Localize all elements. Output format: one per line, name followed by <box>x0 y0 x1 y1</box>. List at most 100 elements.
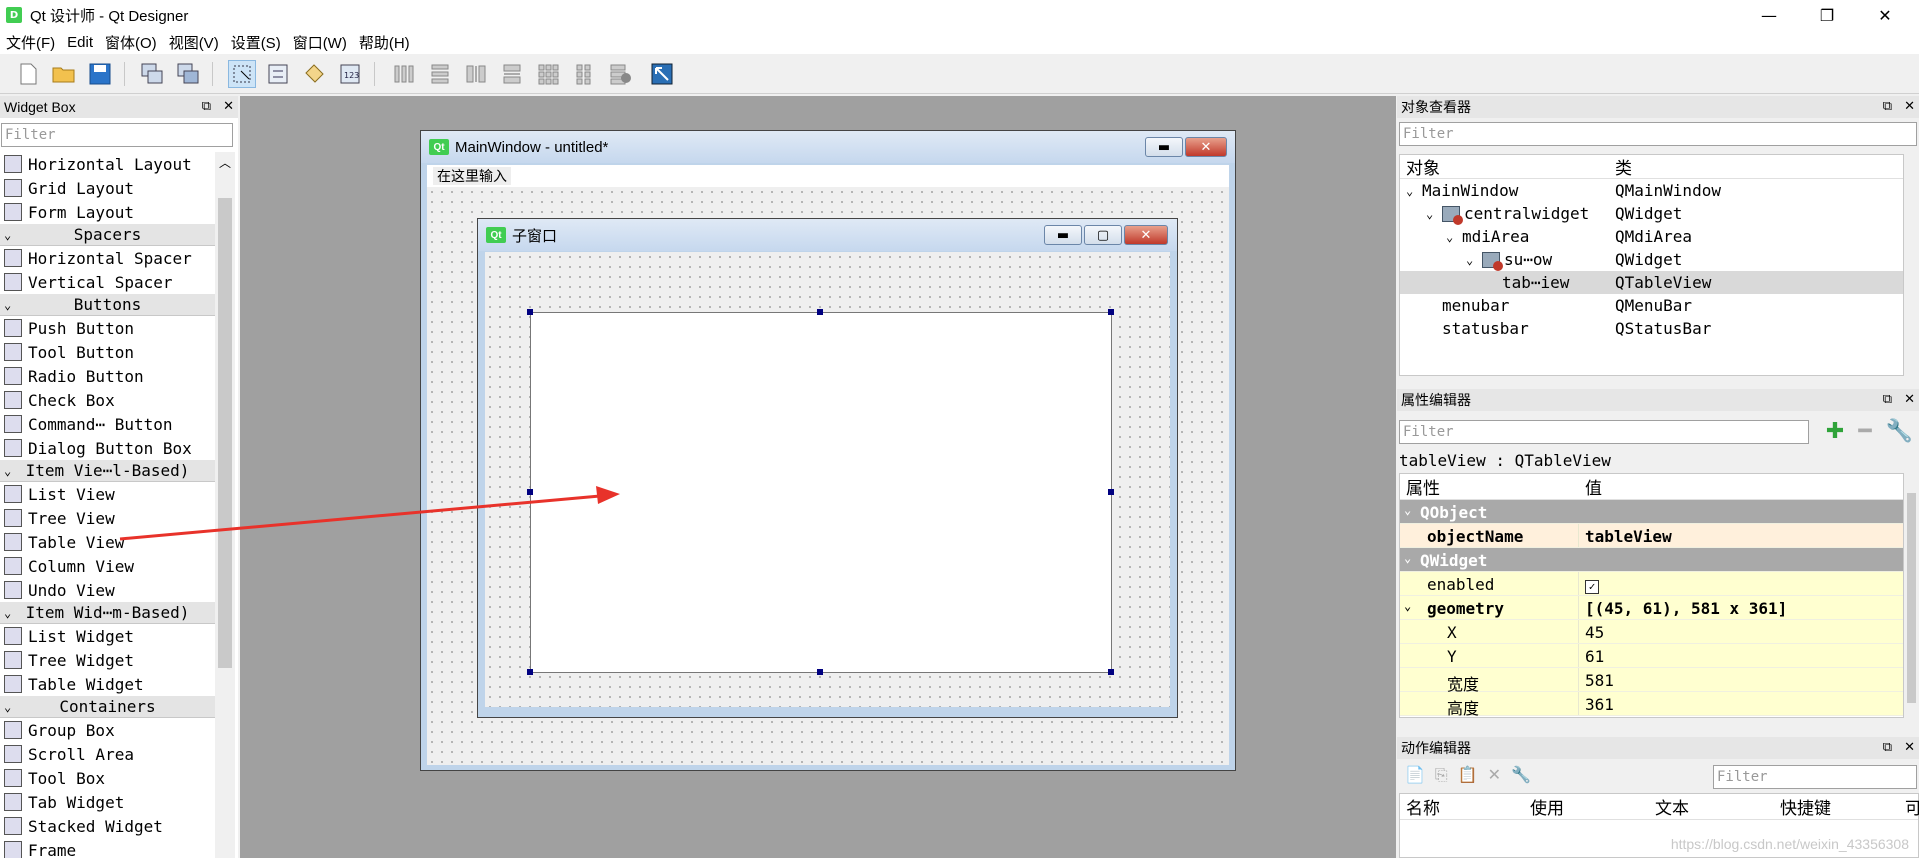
widget-box-item[interactable]: Tool Box <box>0 766 215 790</box>
chevron-down-icon[interactable]: ⌄ <box>1426 207 1442 221</box>
widget-box-item[interactable]: Column View <box>0 554 215 578</box>
widget-box-item[interactable]: List View <box>0 482 215 506</box>
widget-box-scrollbar[interactable]: ︿ <box>215 152 235 858</box>
resize-handle[interactable] <box>527 489 533 495</box>
column-header-value[interactable]: 值 <box>1585 474 1602 499</box>
open-file-button[interactable] <box>50 60 78 88</box>
object-tree-row[interactable]: tab⋯iew QTableView <box>1400 271 1903 294</box>
widget-box-item[interactable]: Grid Layout <box>0 176 215 200</box>
widget-box-item[interactable]: Scroll Area <box>0 742 215 766</box>
float-icon[interactable]: ⧉ <box>1883 739 1892 755</box>
menu-form[interactable]: 窗体(O) <box>99 32 163 53</box>
property-value[interactable]: 361 <box>1585 695 1614 714</box>
edit-widgets-button[interactable] <box>228 60 256 88</box>
remove-property-icon[interactable]: ━ <box>1858 419 1871 444</box>
layout-grid-button[interactable] <box>534 60 562 88</box>
layout-h-splitter-button[interactable] <box>462 60 490 88</box>
resize-handle[interactable] <box>817 309 823 315</box>
object-tree-row[interactable]: ⌄ MainWindow QMainWindow <box>1400 179 1903 202</box>
menu-edit[interactable]: Edit <box>61 34 99 51</box>
widget-category[interactable]: ⌄ Buttons <box>0 294 215 316</box>
widget-box-item[interactable]: Group Box <box>0 718 215 742</box>
enabled-checkbox[interactable]: ✓ <box>1585 575 1599 594</box>
table-view-widget[interactable] <box>530 312 1112 673</box>
object-inspector-filter-input[interactable]: Filter <box>1399 122 1917 146</box>
action-filter-input[interactable]: Filter <box>1713 765 1917 789</box>
widget-box-item[interactable]: Vertical Spacer <box>0 270 215 294</box>
break-layout-button[interactable] <box>606 60 634 88</box>
layout-vertical-button[interactable] <box>426 60 454 88</box>
widget-box-item[interactable]: Tree View <box>0 506 215 530</box>
widget-box-item[interactable]: Tool Button <box>0 340 215 364</box>
add-property-icon[interactable]: ✚ <box>1826 419 1844 444</box>
chevron-down-icon[interactable]: ⌄ <box>1404 551 1411 565</box>
column-header-object[interactable]: 对象 <box>1406 154 1440 179</box>
property-table-scrollbar[interactable] <box>1904 473 1919 718</box>
type-here-menu[interactable]: 在这里输入 <box>433 167 511 185</box>
property-group-row[interactable]: ⌄ QWidget <box>1400 548 1903 572</box>
resize-handle[interactable] <box>1108 489 1114 495</box>
close-icon[interactable]: ✕ <box>223 98 234 114</box>
object-tree-row[interactable]: menubar QMenuBar <box>1400 294 1903 317</box>
edit-signals-button[interactable] <box>264 60 292 88</box>
minimize-button[interactable]: — <box>1740 0 1798 30</box>
property-value[interactable]: 45 <box>1585 623 1604 642</box>
object-tree-row[interactable]: statusbar QStatusBar <box>1400 317 1903 340</box>
layout-horizontal-button[interactable] <box>390 60 418 88</box>
save-button[interactable] <box>86 60 114 88</box>
resize-handle[interactable] <box>527 669 533 675</box>
delete-action-icon[interactable]: ✕ <box>1488 765 1501 785</box>
layout-v-splitter-button[interactable] <box>498 60 526 88</box>
cascade-button[interactable] <box>138 60 166 88</box>
property-row[interactable]: 高度 361 <box>1400 692 1903 717</box>
widget-box-item[interactable]: Command⋯ Button <box>0 412 215 436</box>
property-value[interactable]: 581 <box>1585 671 1614 690</box>
widget-box-item[interactable]: Tree Widget <box>0 648 215 672</box>
chevron-down-icon[interactable]: ⌄ <box>1404 599 1411 613</box>
column-header-used[interactable]: 使用 <box>1530 794 1564 819</box>
form-close-button[interactable]: ✕ <box>1185 137 1227 157</box>
widget-box-item[interactable]: Frame <box>0 838 215 858</box>
edit-buddies-button[interactable] <box>300 60 328 88</box>
chevron-down-icon[interactable]: ⌄ <box>1404 503 1411 517</box>
new-action-icon[interactable]: 📄 <box>1405 765 1425 785</box>
object-tree-row[interactable]: ⌄ centralwidget QWidget <box>1400 202 1903 225</box>
widget-box-item[interactable]: Check Box <box>0 388 215 412</box>
close-icon[interactable]: ✕ <box>1904 739 1915 755</box>
resize-handle[interactable] <box>1108 669 1114 675</box>
configure-icon[interactable]: 🔧 <box>1511 765 1531 785</box>
widget-category[interactable]: ⌄ Item Vie⋯l-Based) <box>0 460 215 482</box>
property-value[interactable]: [(45, 61), 581 x 361] <box>1585 599 1787 618</box>
chevron-down-icon[interactable]: ⌄ <box>1466 253 1482 267</box>
property-value[interactable]: 61 <box>1585 647 1604 666</box>
property-row[interactable]: Y 61 <box>1400 644 1903 668</box>
close-icon[interactable]: ✕ <box>1904 98 1915 114</box>
float-icon[interactable]: ⧉ <box>1883 98 1892 114</box>
scrollbar-thumb[interactable] <box>218 198 232 668</box>
property-row[interactable]: enabled ✓ <box>1400 572 1903 596</box>
widget-box-item[interactable]: Stacked Widget <box>0 814 215 838</box>
column-header-name[interactable]: 名称 <box>1406 794 1440 819</box>
column-header-property[interactable]: 属性 <box>1406 474 1440 499</box>
property-row[interactable]: 宽度 581 <box>1400 668 1903 694</box>
chevron-down-icon[interactable]: ⌄ <box>1406 184 1422 198</box>
widget-box-item[interactable]: Tab Widget <box>0 790 215 814</box>
close-icon[interactable]: ✕ <box>1904 391 1915 407</box>
widget-category[interactable]: ⌄ Item Wid⋯m-Based) <box>0 602 215 624</box>
object-tree-row[interactable]: ⌄ mdiArea QMdiArea <box>1400 225 1903 248</box>
form-minimize-button[interactable]: ▬ <box>1145 137 1183 157</box>
property-row[interactable]: objectName tableView <box>1400 524 1903 548</box>
widget-category[interactable]: ⌄ Containers <box>0 696 215 718</box>
column-header-text[interactable]: 文本 <box>1655 794 1689 819</box>
widget-box-item[interactable]: Push Button <box>0 316 215 340</box>
property-row[interactable]: X 45 <box>1400 620 1903 644</box>
widget-box-item[interactable]: Table View <box>0 530 215 554</box>
property-row[interactable]: ⌄ geometry [(45, 61), 581 x 361] <box>1400 596 1903 620</box>
scroll-up-icon[interactable]: ︿ <box>219 154 231 171</box>
object-tree-row[interactable]: ⌄ su⋯ow QWidget <box>1400 248 1903 271</box>
widget-box-item[interactable]: Form Layout <box>0 200 215 224</box>
column-header-shortcut[interactable]: 快捷键 <box>1780 794 1831 819</box>
maximize-button[interactable]: ❐ <box>1798 0 1856 30</box>
paste-action-icon[interactable]: 📋 <box>1458 765 1478 785</box>
widget-box-item[interactable]: Table Widget <box>0 672 215 696</box>
